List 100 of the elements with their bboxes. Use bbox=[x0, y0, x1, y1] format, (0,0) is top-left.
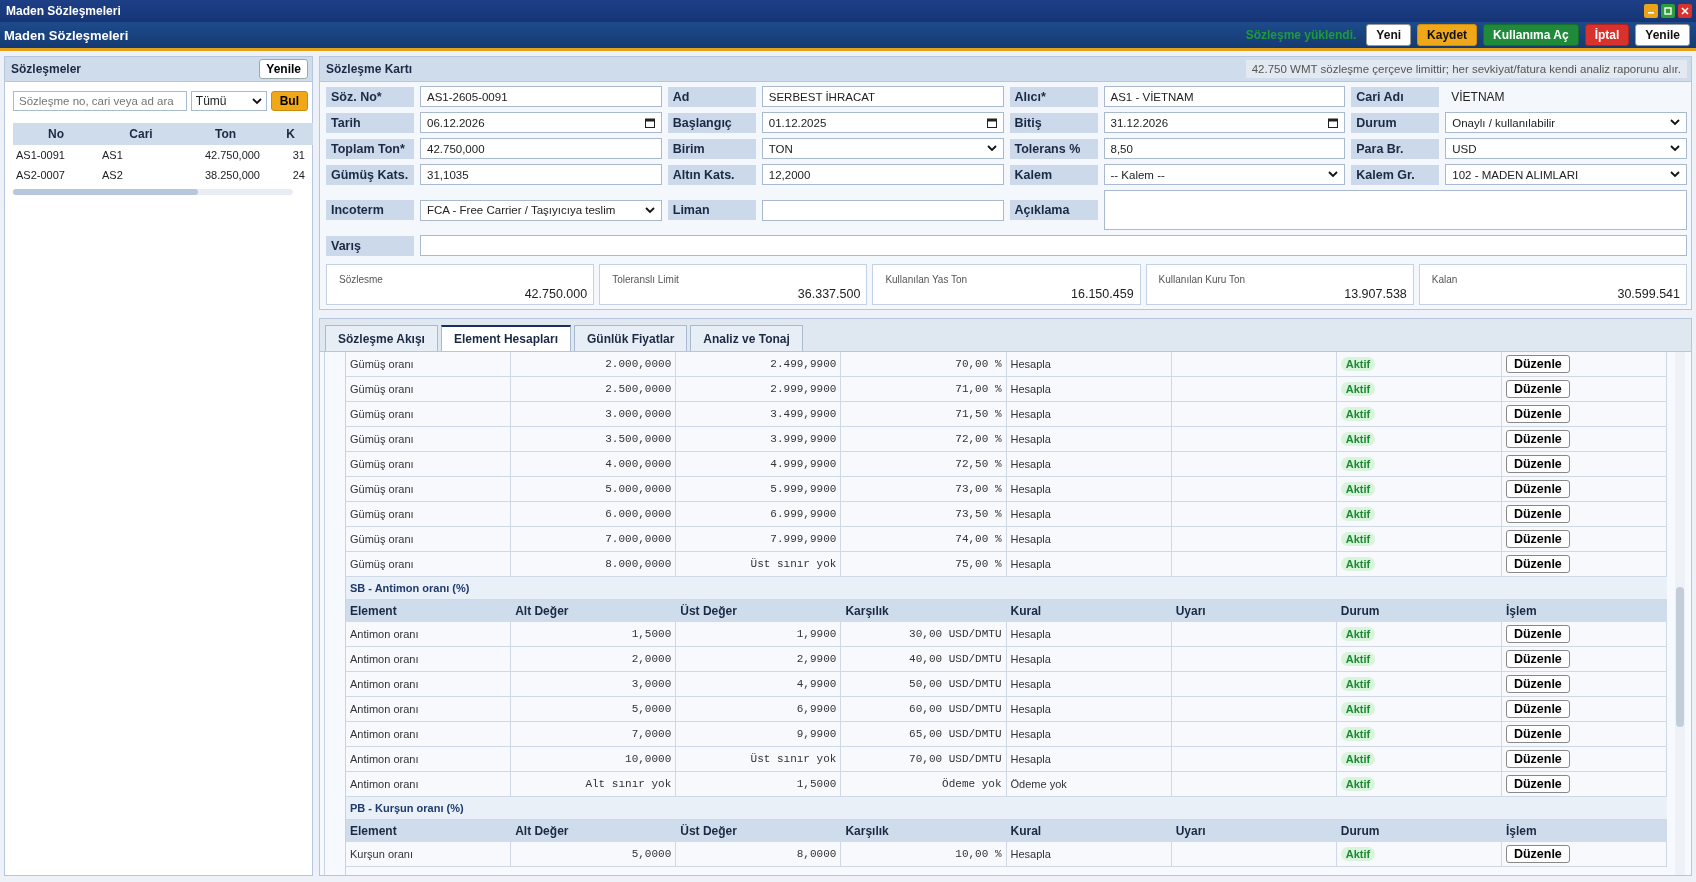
close-icon[interactable] bbox=[1678, 4, 1692, 18]
column-header: Uyarı bbox=[1175, 604, 1206, 618]
input-field[interactable]: 42.750,000 bbox=[420, 138, 662, 159]
stat-label: Kalan bbox=[1431, 274, 1459, 285]
table-cell[interactable]: 38.250,000 bbox=[183, 165, 268, 185]
table-cell[interactable]: AS2 bbox=[99, 165, 183, 185]
minimize-icon[interactable] bbox=[1644, 4, 1658, 18]
date-field[interactable]: 31.12.2026 bbox=[1103, 112, 1346, 133]
dropdown[interactable]: Onaylı / kullanılabilir bbox=[1445, 112, 1687, 133]
table-cell: Hesapla bbox=[1010, 728, 1051, 740]
edit-button[interactable]: Düzenle bbox=[1505, 355, 1570, 373]
tab[interactable]: Sözleşme Akışı bbox=[325, 325, 438, 351]
status-badge: Aktif bbox=[1340, 557, 1376, 571]
maximize-icon[interactable] bbox=[1661, 4, 1675, 18]
toolbar-button[interactable]: İptal bbox=[1584, 24, 1630, 46]
scrollbar-thumb[interactable] bbox=[13, 189, 198, 195]
table-cell: Antimon oranı bbox=[350, 753, 419, 765]
table-cell[interactable]: AS2-0007 bbox=[13, 165, 99, 185]
tab[interactable]: Analiz ve Tonaj bbox=[690, 325, 803, 351]
toolbar-button[interactable]: Kullanıma Aç bbox=[1483, 24, 1579, 46]
table-cell: 10,0000 bbox=[625, 753, 672, 765]
table-cell: 6.999,9900 bbox=[770, 508, 837, 520]
toolbar-button[interactable]: Yenile bbox=[1635, 24, 1690, 46]
refresh-button[interactable]: Yenile bbox=[259, 59, 308, 79]
table-cell[interactable]: AS1 bbox=[99, 145, 183, 165]
table-cell[interactable]: AS1-0091 bbox=[13, 145, 99, 165]
table-cell: 3.500,0000 bbox=[605, 433, 672, 445]
dropdown[interactable]: -- Kalem -- bbox=[1103, 164, 1346, 185]
edit-button[interactable]: Düzenle bbox=[1505, 775, 1570, 793]
column-header: Durum bbox=[1340, 824, 1380, 838]
input-field[interactable] bbox=[420, 235, 1687, 256]
edit-button[interactable]: Düzenle bbox=[1505, 625, 1570, 643]
input-field[interactable]: SERBEST İHRACAT bbox=[761, 86, 1004, 107]
table-cell: Antimon oranı bbox=[350, 678, 419, 690]
scrollbar-thumb[interactable] bbox=[1676, 587, 1684, 727]
table-cell: 7.999,9900 bbox=[770, 533, 837, 545]
input-field[interactable]: AS1 - VİETNAM bbox=[1103, 86, 1346, 107]
edit-button[interactable]: Düzenle bbox=[1505, 675, 1570, 693]
input-field[interactable]: AS1-2605-0091 bbox=[420, 86, 662, 107]
edit-button[interactable]: Düzenle bbox=[1505, 700, 1570, 718]
table-cell: 4,9900 bbox=[796, 678, 837, 690]
column-header: Alt Değer bbox=[515, 604, 569, 618]
calendar-icon[interactable] bbox=[1328, 117, 1339, 128]
text-area[interactable] bbox=[1103, 190, 1687, 230]
table-cell: Ödeme yok bbox=[942, 778, 1002, 790]
dropdown[interactable]: 102 - MADEN ALIMLARI bbox=[1445, 164, 1687, 185]
table-cell: 70,00 USD/DMTU bbox=[909, 753, 1002, 765]
table-cell: Antimon oranı bbox=[350, 653, 419, 665]
dropdown-caret-icon bbox=[1670, 171, 1680, 178]
field-label: Durum bbox=[1351, 112, 1440, 133]
column-header: Cari bbox=[99, 123, 183, 145]
edit-button[interactable]: Düzenle bbox=[1505, 380, 1570, 398]
table-cell[interactable]: 24 bbox=[268, 165, 313, 185]
calendar-icon[interactable] bbox=[644, 117, 655, 128]
column-header: Durum bbox=[1340, 604, 1380, 618]
status-badge: Aktif bbox=[1340, 777, 1376, 791]
calendar-icon[interactable] bbox=[986, 117, 997, 128]
input-field[interactable] bbox=[761, 199, 1004, 221]
edit-button[interactable]: Düzenle bbox=[1505, 750, 1570, 768]
dropdown-caret-icon bbox=[986, 145, 997, 152]
dropdown-caret-icon bbox=[1670, 145, 1680, 152]
edit-button[interactable]: Düzenle bbox=[1505, 530, 1570, 548]
find-button[interactable]: Bul bbox=[270, 91, 308, 111]
edit-button[interactable]: Düzenle bbox=[1505, 845, 1570, 863]
filter-dropdown[interactable]: Tümü bbox=[190, 91, 267, 111]
edit-button[interactable]: Düzenle bbox=[1505, 725, 1570, 743]
input-field[interactable]: 8,50 bbox=[1103, 138, 1346, 159]
edit-button[interactable]: Düzenle bbox=[1505, 480, 1570, 498]
table-cell: 2.500,0000 bbox=[605, 383, 672, 395]
field-label: Ad bbox=[667, 86, 756, 107]
tab[interactable]: Günlük Fiyatlar bbox=[574, 325, 688, 351]
column-header: No bbox=[13, 123, 99, 145]
dropdown[interactable]: TON bbox=[761, 138, 1004, 159]
edit-button[interactable]: Düzenle bbox=[1505, 650, 1570, 668]
input-field[interactable]: 31,1035 bbox=[420, 164, 662, 185]
date-field[interactable]: 01.12.2025 bbox=[761, 112, 1004, 133]
column-header: Uyarı bbox=[1175, 824, 1206, 838]
table-cell[interactable]: 31 bbox=[268, 145, 313, 165]
column-header: Element bbox=[350, 604, 397, 618]
table-cell: Hesapla bbox=[1010, 383, 1051, 395]
search-field[interactable]: Sözleşme no, cari veya ad ara bbox=[13, 91, 187, 111]
tab[interactable]: Element Hesapları bbox=[440, 325, 571, 351]
toolbar-button[interactable]: Yeni bbox=[1366, 24, 1412, 46]
edit-button[interactable]: Düzenle bbox=[1505, 455, 1570, 473]
window-title: Maden Sözleşmeleri bbox=[6, 4, 122, 18]
toolbar-button[interactable]: Kaydet bbox=[1417, 24, 1478, 46]
field-label: Tarih bbox=[326, 112, 414, 133]
edit-button[interactable]: Düzenle bbox=[1505, 405, 1570, 423]
date-field[interactable]: 06.12.2026 bbox=[420, 112, 662, 133]
field-label: Incoterm bbox=[326, 200, 414, 220]
input-field[interactable]: 12,2000 bbox=[761, 164, 1004, 185]
table-cell[interactable]: 42.750,000 bbox=[183, 145, 268, 165]
dropdown[interactable]: FCA - Free Carrier / Taşıyıcıya teslim bbox=[420, 199, 662, 221]
edit-button[interactable]: Düzenle bbox=[1505, 430, 1570, 448]
table-cell: Hesapla bbox=[1010, 408, 1051, 420]
status-badge: Aktif bbox=[1340, 627, 1376, 641]
edit-button[interactable]: Düzenle bbox=[1505, 555, 1570, 573]
dropdown[interactable]: USD bbox=[1445, 138, 1687, 159]
edit-button[interactable]: Düzenle bbox=[1505, 505, 1570, 523]
info-note: 42.750 WMT sözleşme çerçeve limittir; her sevkiyat/fatura kendi analiz raporunu alır. bbox=[1245, 60, 1687, 78]
